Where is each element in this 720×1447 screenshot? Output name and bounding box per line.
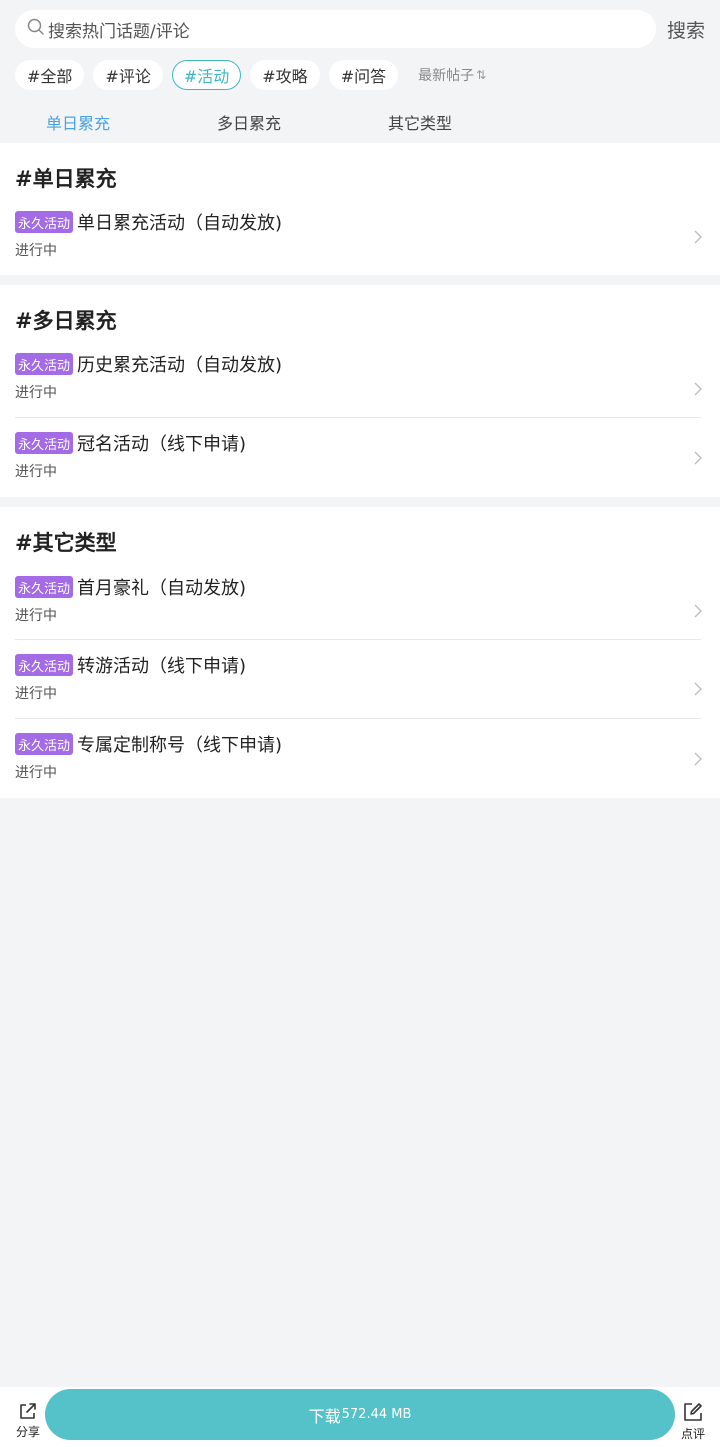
sort-icon: ⇅ [476, 67, 487, 82]
share-icon [20, 1403, 36, 1419]
download-label: 下载 [308, 1406, 341, 1426]
permanent-badge: 永久活动 [15, 654, 74, 676]
item-status: 进行中 [15, 243, 57, 259]
chevron-right-icon [694, 682, 702, 696]
permanent-badge: 永久活动 [15, 432, 74, 454]
item-status: 进行中 [15, 385, 57, 401]
sort-latest-button[interactable]: 最新帖子 ⇅ [418, 65, 486, 85]
item-title: 转游活动（线下申请) [77, 656, 247, 677]
review-button[interactable]: 点评 [673, 1401, 713, 1442]
share-label: 分享 [15, 1425, 40, 1439]
tag-guide[interactable]: #攻略 [250, 59, 320, 90]
item-title: 冠名活动（线下申请) [77, 434, 247, 455]
search-bar: 搜索热门话题/评论 搜索 [0, 0, 720, 56]
tag-activity[interactable]: #活动 [171, 59, 242, 90]
section-title: #单日累充 [15, 167, 117, 191]
search-input[interactable]: 搜索热门话题/评论 [15, 10, 656, 48]
chevron-right-icon [694, 451, 702, 465]
item-title: 专属定制称号（线下申请) [77, 735, 283, 756]
item-title: 历史累充活动（自动发放) [77, 355, 283, 376]
tab-multi-day[interactable]: 多日累充 [217, 110, 281, 134]
item-status: 进行中 [15, 464, 57, 480]
list-item[interactable]: 永久活动 转游活动（线下申请) 进行中 [0, 654, 720, 733]
permanent-badge: 永久活动 [15, 353, 74, 375]
list-item[interactable]: 永久活动 冠名活动（线下申请) 进行中 [0, 432, 720, 492]
tab-single-day[interactable]: 单日累充 [46, 110, 110, 134]
section-title: #其它类型 [15, 531, 117, 555]
section-other-types: #其它类型 永久活动 首月豪礼（自动发放) 进行中 永久活动 转游活动（线下申请… [0, 507, 720, 798]
bottom-action-bar: 分享 下载 572.44 MB 点评 [0, 1387, 720, 1447]
sort-label: 最新帖子 [418, 67, 475, 84]
item-status: 进行中 [15, 608, 57, 624]
item-title: 单日累充活动（自动发放) [77, 213, 283, 234]
review-label: 点评 [680, 1427, 705, 1441]
section-single-day: #单日累充 永久活动 单日累充活动（自动发放) 进行中 [0, 143, 720, 275]
section-title: #多日累充 [15, 309, 117, 333]
tag-filter-bar: #全部 #评论 #活动 #攻略 #问答 最新帖子 ⇅ [15, 59, 486, 90]
chevron-right-icon [694, 230, 702, 244]
permanent-badge: 永久活动 [15, 576, 74, 598]
edit-icon [684, 1403, 702, 1421]
section-multi-day: #多日累充 永久活动 历史累充活动（自动发放) 进行中 永久活动 冠名活动（线下… [0, 285, 720, 497]
list-item[interactable]: 永久活动 首月豪礼（自动发放) 进行中 [0, 576, 720, 655]
list-item[interactable]: 永久活动 专属定制称号（线下申请) 进行中 [0, 733, 720, 793]
share-button[interactable]: 分享 [8, 1401, 48, 1440]
chevron-right-icon [694, 382, 702, 396]
download-button[interactable]: 下载 572.44 MB [45, 1389, 675, 1440]
divider [15, 639, 701, 640]
tag-comment[interactable]: #评论 [93, 59, 163, 90]
search-placeholder: 搜索热门话题/评论 [48, 21, 190, 42]
tab-other-types[interactable]: 其它类型 [388, 110, 452, 134]
permanent-badge: 永久活动 [15, 211, 74, 233]
item-status: 进行中 [15, 765, 57, 781]
tag-all[interactable]: #全部 [15, 59, 85, 90]
divider [15, 417, 701, 418]
chevron-right-icon [694, 604, 702, 618]
permanent-badge: 永久活动 [15, 733, 74, 755]
item-title: 首月豪礼（自动发放) [77, 578, 247, 599]
search-icon [27, 18, 45, 40]
search-button[interactable]: 搜索 [667, 16, 705, 43]
chevron-right-icon [694, 752, 702, 766]
list-item[interactable]: 永久活动 单日累充活动（自动发放) 进行中 [0, 211, 720, 269]
item-status: 进行中 [15, 686, 57, 702]
download-size: 572.44 MB [341, 1407, 412, 1422]
list-item[interactable]: 永久活动 历史累充活动（自动发放) 进行中 [0, 353, 720, 432]
tag-qa[interactable]: #问答 [328, 59, 399, 90]
sub-tabs: 单日累充 多日累充 其它类型 [0, 106, 720, 136]
divider [15, 718, 701, 719]
